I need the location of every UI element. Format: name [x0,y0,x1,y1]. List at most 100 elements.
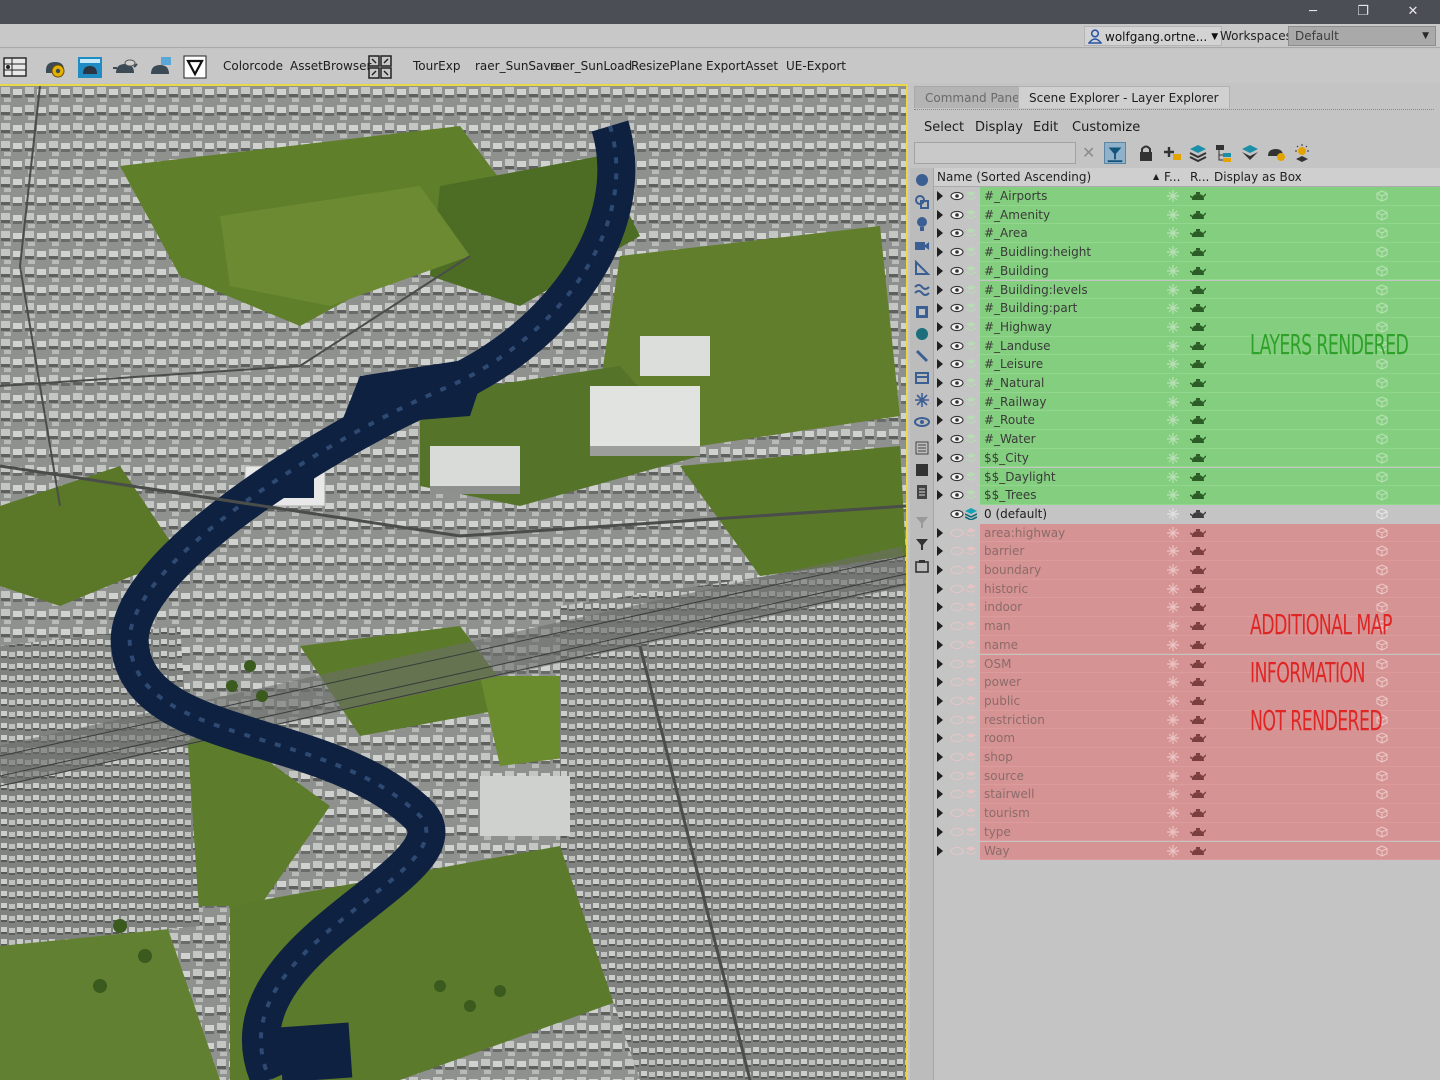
freeze-icon[interactable] [1167,601,1179,614]
hierarchy-icon[interactable] [1213,142,1235,164]
layer-row[interactable]: #_Buidling:height [934,243,1440,262]
layer-row[interactable]: stairwell [934,785,1440,805]
render-teapot-icon[interactable] [1190,788,1206,800]
close-button[interactable]: ✕ [1390,0,1436,24]
expand-arrow-icon[interactable] [937,303,943,314]
column-frozen[interactable]: F... [1164,168,1180,186]
menu-select[interactable]: Select [924,120,964,135]
expand-arrow-icon[interactable] [937,565,943,575]
freeze-icon[interactable] [1167,694,1179,707]
clear-search-icon[interactable]: ✕ [1082,143,1095,162]
expand-arrow-icon[interactable] [937,471,943,482]
freeze-icon[interactable] [1167,507,1179,520]
render-teapot-icon[interactable] [1190,396,1206,408]
eye-hidden-icon[interactable] [950,677,964,687]
freeze-icon[interactable] [1167,807,1179,820]
expand-arrow-icon[interactable] [937,621,943,632]
freeze-icon[interactable] [1167,526,1179,539]
eye-icon[interactable] [950,434,964,444]
teapot-render-icon[interactable] [77,54,103,80]
freeze-icon[interactable] [1167,825,1179,838]
layer-row[interactable]: historic [934,579,1440,599]
layer-row[interactable]: $$_Trees [934,486,1440,505]
render-teapot-icon[interactable] [1190,358,1206,370]
restore-button[interactable]: ❐ [1340,0,1386,24]
freeze-icon[interactable] [1167,638,1179,651]
eye-hidden-icon[interactable] [950,789,964,799]
display-as-box-icon[interactable] [1376,583,1388,595]
render-teapot-icon[interactable] [1190,826,1206,838]
render-teapot-icon[interactable] [1190,583,1206,595]
expand-arrow-icon[interactable] [937,247,943,258]
eye-hidden-icon[interactable] [950,808,964,818]
expand-arrow-icon[interactable] [937,321,943,332]
render-teapot-icon[interactable] [1190,452,1206,464]
expand-arrow-icon[interactable] [937,583,943,594]
eye-icon[interactable] [950,210,964,220]
eye-hidden-icon[interactable] [950,771,964,781]
freeze-icon[interactable] [1167,564,1179,576]
render-teapot-icon[interactable] [1190,227,1206,239]
eye-icon[interactable] [950,191,964,201]
layer-row[interactable]: #_Building:levels [934,280,1440,300]
render-teapot-icon[interactable] [1190,676,1206,688]
shapes-icon[interactable] [914,194,930,210]
eye-icon[interactable] [950,228,964,238]
eye-icon[interactable] [950,303,964,313]
layer-row[interactable]: area:highway [934,523,1440,543]
expand-arrow-icon[interactable] [937,789,943,800]
document-icon[interactable] [914,484,930,500]
eye-icon[interactable] [950,397,964,407]
render-teapot-icon[interactable] [1190,695,1206,707]
lock-icon[interactable] [1135,142,1157,164]
freeze-icon[interactable] [1167,545,1179,558]
eye-hidden-icon[interactable] [950,565,964,575]
triangle-v-icon[interactable] [182,54,208,80]
display-as-box-icon[interactable] [1376,246,1388,258]
expand-arrow-icon[interactable] [937,434,943,445]
tourexp-button[interactable]: TourExp [413,59,460,73]
xref-icon[interactable] [914,326,930,342]
expand-arrow-icon[interactable] [937,191,943,201]
freeze-icon[interactable] [1167,451,1179,464]
expand-arrow-icon[interactable] [937,378,943,388]
layer-row[interactable]: #_Water [934,430,1440,449]
expand-arrow-icon[interactable] [937,265,943,276]
freeze-icon[interactable] [1167,264,1179,277]
minimize-button[interactable]: ─ [1290,0,1336,24]
clipboard-icon[interactable] [914,558,930,574]
expand-arrow-icon[interactable] [937,845,943,856]
eye-icon[interactable] [950,509,964,519]
freeze-icon[interactable] [1167,676,1179,689]
render-teapot-icon[interactable] [1190,246,1206,258]
display-as-box-icon[interactable] [1376,526,1388,539]
display-as-box-icon[interactable] [1376,844,1388,857]
eye-icon[interactable] [950,341,964,351]
expand-arrow-icon[interactable] [937,490,943,501]
render-teapot-icon[interactable] [1190,377,1206,389]
space-warp-icon[interactable] [914,282,930,298]
expand-arrow-icon[interactable] [937,770,943,781]
column-renderable[interactable]: R... [1190,168,1209,186]
colorcode-button[interactable]: Colorcode [223,59,283,73]
filter-off-icon[interactable] [914,514,930,530]
tab-scene-explorer[interactable]: Scene Explorer - Layer Explorer [1018,86,1230,108]
freeze-icon[interactable] [1167,395,1179,408]
freeze-icon[interactable] [1167,620,1179,633]
freeze-icon[interactable] [1167,582,1179,595]
menu-customize[interactable]: Customize [1072,120,1140,135]
eye-hidden-icon[interactable] [950,621,964,631]
layer-row[interactable]: #_Amenity [934,205,1440,225]
layer-row[interactable]: Way [934,841,1440,861]
render-teapot-icon[interactable] [1190,545,1206,557]
eye-hidden-icon[interactable] [950,846,964,856]
display-as-box-icon[interactable] [1376,414,1388,427]
layers-icon[interactable] [1187,142,1209,164]
display-as-box-icon[interactable] [1376,433,1388,445]
add-layer-icon[interactable] [1161,142,1183,164]
square-icon[interactable] [914,462,930,478]
eye-hidden-icon[interactable] [950,733,964,743]
freeze-icon[interactable] [1167,657,1179,670]
layer-stack-icon[interactable] [1239,142,1261,164]
expand-arrow-icon[interactable] [937,658,943,669]
